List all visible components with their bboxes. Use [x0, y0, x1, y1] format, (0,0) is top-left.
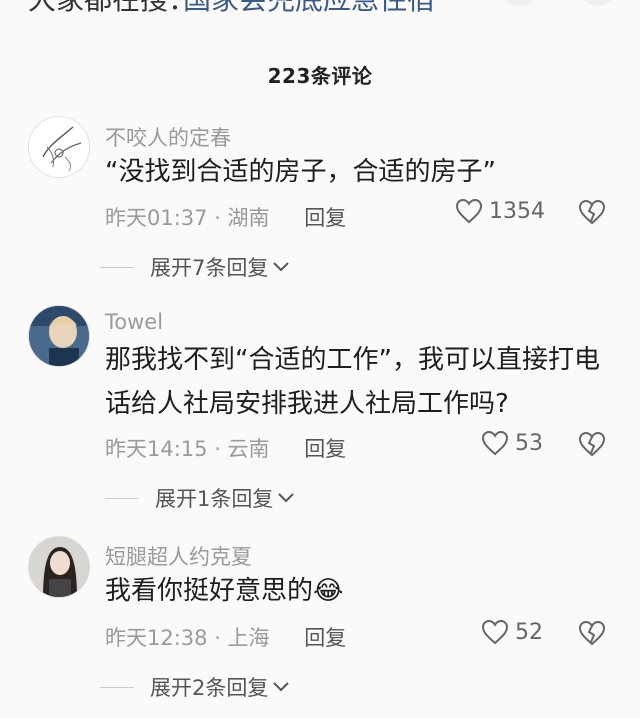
chevron-down-icon — [273, 682, 290, 692]
search-suggestion-link[interactable]: 国家会兜底应急住宿 — [183, 0, 435, 18]
close-button[interactable]: × — [578, 0, 618, 6]
comment-text-body: 我看你挺好意思的 — [105, 576, 314, 606]
comment-meta: 昨天14:15 · 云南 回复 — [105, 433, 346, 463]
laughing-tears-emoji: 😂 — [313, 576, 344, 606]
avatar-photo-image — [29, 537, 89, 597]
chevron-down-icon — [278, 493, 295, 503]
username[interactable]: Towel — [105, 310, 163, 334]
comment-meta: 昨天01:37 · 湖南 回复 — [105, 202, 346, 232]
search-suggestion-bar: 大家都在搜： 国家会兜底应急住宿 L × — [0, 0, 640, 18]
dislike-button[interactable] — [578, 620, 606, 650]
expand-replies-button[interactable]: 展开2条回复 — [100, 672, 290, 702]
username[interactable]: 短腿超人约克夏 — [105, 541, 252, 571]
divider-line — [105, 497, 139, 499]
expand-replies-button[interactable]: 展开7条回复 — [100, 252, 290, 282]
search-suggestion-prefix: 大家都在搜： — [28, 0, 196, 18]
comment-text: 我看你挺好意思的😂 — [105, 569, 620, 613]
comment-text: “没找到合适的房子，合适的房子” — [105, 157, 496, 187]
like-count: 52 — [515, 619, 543, 645]
divider-line — [100, 266, 134, 268]
dislike-button[interactable] — [578, 431, 606, 461]
chevron-down-icon — [273, 262, 290, 272]
broken-heart-icon — [578, 620, 606, 646]
broken-heart-icon — [578, 431, 606, 457]
like-count: 1354 — [489, 198, 545, 224]
like-button[interactable]: 53 — [481, 430, 543, 456]
like-count: 53 — [515, 430, 543, 456]
heart-icon — [481, 619, 509, 645]
heart-icon — [455, 198, 483, 224]
comment-time-location: 昨天14:15 · 云南 — [105, 437, 270, 461]
expand-replies-button[interactable]: 展开1条回复 — [105, 483, 295, 513]
top-action-button[interactable]: L — [500, 0, 540, 6]
broken-heart-icon — [578, 199, 606, 225]
reply-button[interactable]: 回复 — [304, 206, 346, 230]
comment-time-location: 昨天12:38 · 上海 — [105, 626, 270, 650]
reply-button[interactable]: 回复 — [304, 437, 346, 461]
avatar[interactable] — [28, 536, 90, 598]
avatar[interactable] — [28, 305, 90, 367]
expand-replies-label: 展开1条回复 — [155, 487, 274, 511]
reply-button[interactable]: 回复 — [304, 626, 346, 650]
avatar-photo-image — [29, 306, 89, 366]
comment-time-location: 昨天01:37 · 湖南 — [105, 206, 270, 230]
comment-count-title: 223条评论 — [267, 64, 373, 88]
dislike-button[interactable] — [578, 199, 606, 229]
username[interactable]: 不咬人的定春 — [105, 122, 231, 152]
like-button[interactable]: 52 — [481, 619, 543, 645]
comment-meta: 昨天12:38 · 上海 回复 — [105, 622, 346, 652]
avatar[interactable] — [28, 116, 90, 178]
avatar-sketch-image — [29, 117, 89, 177]
divider-line — [100, 686, 134, 688]
heart-icon — [481, 430, 509, 456]
expand-replies-label: 展开2条回复 — [150, 676, 269, 700]
like-button[interactable]: 1354 — [455, 198, 545, 224]
expand-replies-label: 展开7条回复 — [150, 256, 269, 280]
comment-text: 那我找不到“合适的工作”，我可以直接打电话给人社局安排我进人社局工作吗? — [105, 345, 600, 419]
